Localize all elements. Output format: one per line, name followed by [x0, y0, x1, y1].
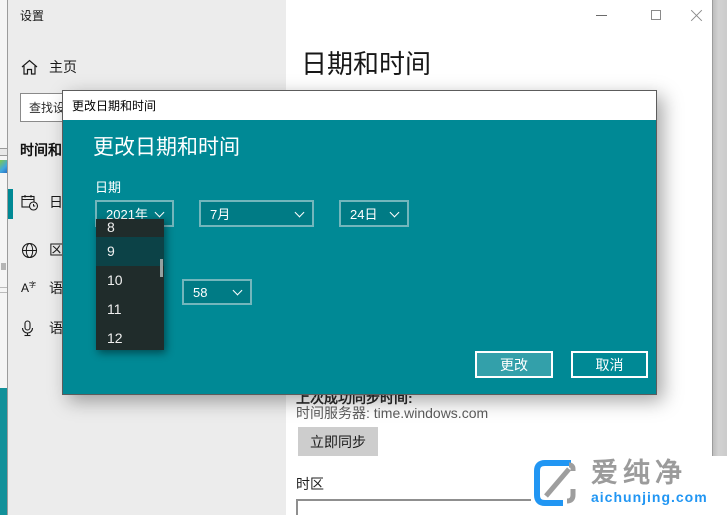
minute-value: 58: [193, 285, 207, 300]
chevron-down-icon: [233, 286, 243, 296]
hour-option[interactable]: 8: [96, 219, 164, 237]
change-date-time-dialog: 更改日期和时间 更改日期和时间 日期 2021年 7月 24日 58 8 9 1…: [62, 90, 657, 395]
dialog-heading: 更改日期和时间: [93, 131, 240, 161]
aichunjing-logo-icon: [533, 459, 581, 507]
close-icon: [691, 9, 703, 21]
hour-dropdown-list: 8 9 10 11 12: [96, 219, 164, 350]
page-title: 日期和时间: [301, 44, 431, 81]
globe-icon: [21, 242, 40, 259]
month-value: 7月: [210, 204, 230, 223]
cancel-button[interactable]: 取消: [571, 351, 648, 378]
month-dropdown[interactable]: 7月: [199, 200, 314, 227]
brand-name: 爱纯净: [591, 456, 708, 490]
list-scrollbar[interactable]: [160, 259, 163, 277]
hour-option[interactable]: 11: [96, 295, 164, 324]
minute-dropdown[interactable]: 58: [182, 279, 252, 305]
timezone-label: 时区: [296, 474, 324, 494]
home-icon: [21, 59, 39, 75]
minimize-icon: [596, 15, 607, 16]
watermark-logo: 爱纯净 aichunjing.com: [531, 456, 727, 515]
microphone-icon: [21, 320, 40, 337]
desktop-window-fragment-2: [0, 287, 7, 293]
chevron-down-icon: [390, 207, 400, 217]
date-label: 日期: [95, 177, 121, 196]
day-value: 24日: [350, 204, 377, 223]
brand-domain[interactable]: aichunjing.com: [591, 490, 708, 505]
dialog-titlebar[interactable]: 更改日期和时间: [63, 91, 656, 120]
day-dropdown[interactable]: 24日: [339, 200, 409, 227]
maximize-button[interactable]: [636, 0, 676, 30]
hour-option-selected[interactable]: 9: [96, 237, 164, 266]
hour-option[interactable]: 10: [96, 266, 164, 295]
desktop-text-fragment: [1, 263, 6, 270]
sidebar-item-home[interactable]: 主页: [8, 52, 286, 82]
sidebar-home-label: 主页: [49, 57, 77, 77]
time-server-text: 时间服务器: time.windows.com: [296, 403, 488, 423]
maximize-icon: [651, 10, 661, 20]
language-icon: A字: [21, 282, 40, 294]
dialog-title: 更改日期和时间: [72, 97, 156, 114]
chevron-down-icon: [295, 207, 305, 217]
sync-now-button[interactable]: 立即同步: [298, 427, 378, 456]
desktop-window-fragment: [0, 148, 7, 156]
desktop-strip-right: [713, 0, 727, 515]
calendar-clock-icon: [21, 194, 40, 211]
hour-option[interactable]: 12: [96, 324, 164, 350]
window-title: 设置: [20, 7, 44, 24]
close-button[interactable]: [677, 0, 717, 30]
screen: { "window": { "title": "设置" }, "sidebar"…: [0, 0, 727, 515]
desktop-wallpaper-fragment: [0, 388, 7, 515]
minimize-button[interactable]: [581, 0, 621, 30]
change-button[interactable]: 更改: [475, 351, 553, 378]
chevron-down-icon: [155, 207, 165, 217]
desktop-icon-fragment: [0, 160, 7, 173]
